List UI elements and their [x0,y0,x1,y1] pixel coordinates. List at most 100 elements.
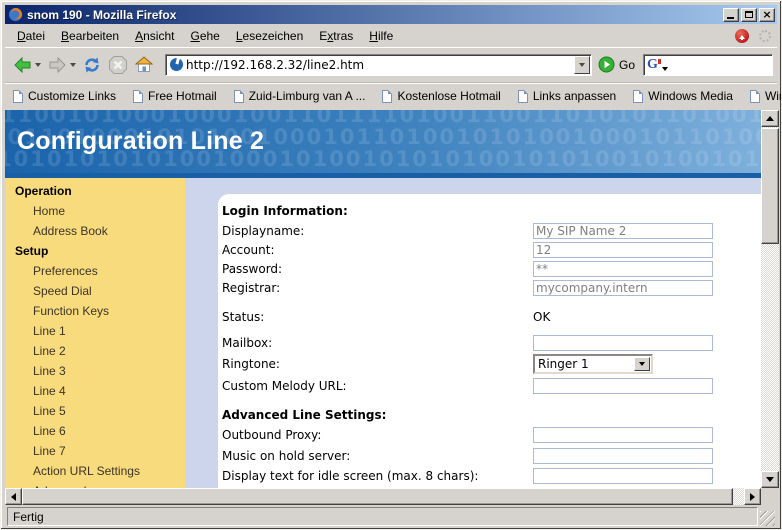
title-bar[interactable]: snom 190 - Mozilla Firefox × [5,5,777,24]
scroll-left-button[interactable] [5,488,22,505]
advanced-input-display-text-for-idle-screen-max-8-chars[interactable] [533,468,713,484]
sidebar-item-line-7[interactable]: Line 7 [5,441,185,461]
ringtone-label: Ringtone: [222,357,533,371]
go-icon [598,56,615,73]
navigation-toolbar: Go G [5,47,777,81]
sidebar-nav: OperationHomeAddress BookSetupPreference… [5,178,185,488]
field-label: Displayname: [222,224,533,238]
sidebar-item-preferences[interactable]: Preferences [5,261,185,281]
sidebar-item-advanced[interactable]: Advanced [5,481,185,488]
scrollbar-corner [761,488,779,505]
menu-hilfe[interactable]: Hilfe [361,27,401,45]
login-section-title: Login Information: [222,204,761,218]
sidebar-item-line-2[interactable]: Line 2 [5,341,185,361]
vertical-scrollbar[interactable] [761,110,779,488]
bookmark-label: Windows [765,89,782,103]
ringtone-dropdown-button[interactable] [634,357,650,371]
vertical-scroll-thumb[interactable] [761,128,779,244]
stop-button[interactable] [105,53,131,77]
search-box[interactable]: G [643,54,773,76]
minimize-button[interactable] [723,8,739,22]
bookmark-links-anpassen[interactable]: Links anpassen [518,89,616,103]
triangle-left-icon [11,493,16,501]
field-label: Music on hold server: [222,449,533,463]
bookmarks-bar: Customize Links Free Hotmail Zuid-Limburg … [5,82,777,109]
scroll-right-button[interactable] [744,488,761,505]
triangle-right-icon [750,493,755,501]
bookmark-kostenlose-hotmail[interactable]: Kostenlose Hotmail [382,89,500,103]
sidebar-header-operation: Operation [5,181,185,201]
bookmark-label: Kostenlose Hotmail [397,89,500,103]
sidebar-item-action-url-settings[interactable]: Action URL Settings [5,461,185,481]
forward-dropdown-icon[interactable] [70,63,76,67]
home-button[interactable] [131,53,157,76]
sidebar-item-address-book[interactable]: Address Book [5,221,185,241]
bookmark-free-hotmail[interactable]: Free Hotmail [133,89,217,103]
sidebar-item-line-3[interactable]: Line 3 [5,361,185,381]
bookmark-items: Customize Links Free Hotmail Zuid-Limburg … [13,89,782,103]
home-icon [134,55,154,74]
login-input-displayname[interactable] [533,223,713,239]
page-icon [633,90,643,103]
bookmark-zuid-limburg-van-a[interactable]: Zuid-Limburg van A ... [234,89,366,103]
login-input-registrar[interactable] [533,280,713,296]
bookmark-windows[interactable]: Windows [750,89,782,103]
melody-input[interactable] [533,378,713,394]
login-row-registrar: Registrar: [222,278,761,297]
browser-window: snom 190 - Mozilla Firefox × DateiBearbe… [0,0,782,530]
menu-lesezeichen[interactable]: Lesezeichen [228,27,311,45]
menu-gehe[interactable]: Gehe [182,27,227,45]
menu-ansicht[interactable]: Ansicht [127,27,182,45]
login-input-password[interactable] [533,261,713,277]
sidebar-header-setup: Setup [5,241,185,261]
sidebar-item-function-keys[interactable]: Function Keys [5,301,185,321]
url-bar[interactable] [165,54,592,76]
stop-icon [108,55,128,75]
forward-icon [47,55,68,75]
bookmark-label: Free Hotmail [148,89,217,103]
advanced-row-display-text-for-idle-screen-max-8-chars: Display text for idle screen (max. 8 cha… [222,466,761,487]
reload-button[interactable] [79,53,105,77]
advanced-row-outbound-proxy: Outbound Proxy: [222,425,761,446]
update-notification-icon[interactable] [735,29,749,43]
horizontal-scroll-thumb[interactable] [22,488,733,505]
url-dropdown-button[interactable] [574,56,590,74]
sidebar-item-line-4[interactable]: Line 4 [5,381,185,401]
url-input[interactable] [184,57,574,73]
advanced-input-music-on-hold-server[interactable] [533,448,713,464]
sidebar-item-line-1[interactable]: Line 1 [5,321,185,341]
sidebar-item-line-6[interactable]: Line 6 [5,421,185,441]
status-value: OK [533,310,550,324]
back-dropdown-icon[interactable] [35,63,41,67]
login-input-account[interactable] [533,242,713,258]
search-input[interactable] [668,57,769,73]
bookmark-windows-media[interactable]: Windows Media [633,89,733,103]
maximize-button[interactable] [741,8,757,22]
go-button[interactable]: Go [598,56,635,73]
sidebar-item-home[interactable]: Home [5,201,185,221]
firefox-icon [8,7,23,22]
menu-datei[interactable]: Datei [9,27,53,45]
scroll-down-button[interactable] [761,471,779,488]
menu-items: DateiBearbeitenAnsichtGeheLesezeichenExt… [9,27,401,45]
menu-extras[interactable]: Extras [311,27,361,45]
resize-grip-icon[interactable] [760,511,775,526]
minimize-icon [727,17,734,19]
sidebar-item-speed-dial[interactable]: Speed Dial [5,281,185,301]
advanced-input-outbound-proxy[interactable] [533,427,713,443]
page-body: OperationHomeAddress BookSetupPreference… [5,178,761,488]
close-button[interactable]: × [759,8,775,22]
forward-button[interactable] [44,53,79,77]
menu-bearbeiten[interactable]: Bearbeiten [53,27,127,45]
back-button[interactable] [9,53,44,77]
mailbox-input[interactable] [533,335,713,351]
scroll-up-button[interactable] [761,110,779,127]
bookmark-customize-links[interactable]: Customize Links [13,89,116,103]
sidebar-item-line-5[interactable]: Line 5 [5,401,185,421]
advanced-row-music-on-hold-server: Music on hold server: [222,446,761,467]
chevron-down-icon [639,362,645,366]
page-viewport: 1100101000100010011011110100110011010101… [5,110,761,488]
ringtone-select[interactable]: Ringer 1 [533,354,653,374]
status-row: Status: OK [222,307,761,327]
horizontal-scrollbar[interactable] [5,488,761,505]
